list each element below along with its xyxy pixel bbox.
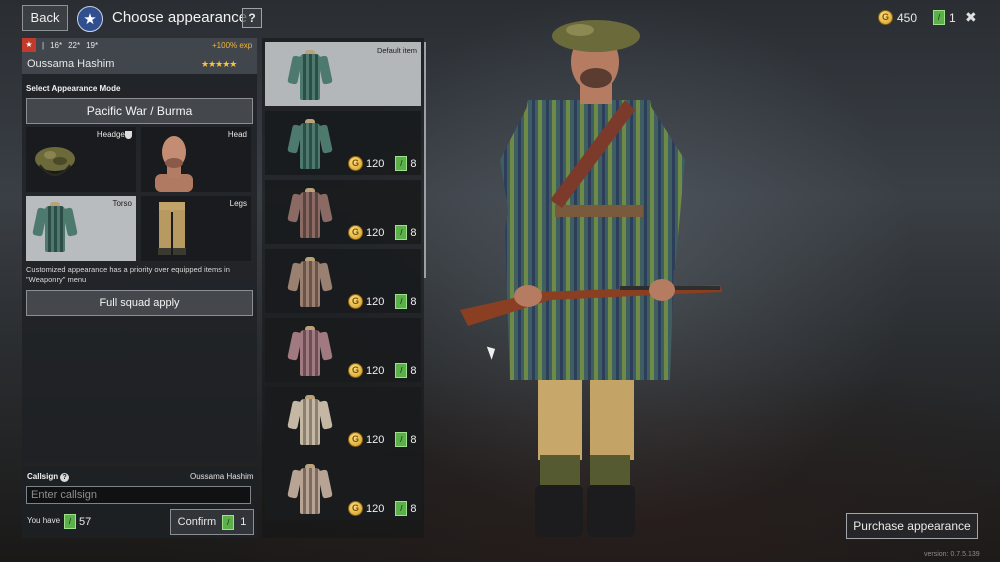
- coat-icon: [287, 255, 333, 309]
- soldier-name: Oussama Hashim: [27, 58, 115, 70]
- ticket-icon: /: [222, 514, 235, 530]
- default-item[interactable]: Default item: [265, 42, 421, 106]
- appearance-item[interactable]: G 120 /8: [265, 387, 421, 451]
- callsign-label-text: Callsign: [27, 472, 59, 481]
- gold-coin-icon: G: [878, 10, 893, 25]
- ticket-icon: /: [395, 294, 408, 309]
- ticket-icon: /: [395, 363, 408, 378]
- gold-coin-icon: G: [348, 363, 363, 378]
- appearance-item[interactable]: G 120 /8: [265, 456, 421, 520]
- gold-price: 120: [366, 226, 385, 239]
- rating-stars: ★★★★★: [201, 59, 237, 69]
- ticket-price: 8: [410, 433, 417, 446]
- slot-label: Legs: [229, 199, 247, 208]
- scrollbar[interactable]: [424, 42, 426, 278]
- slot-torso[interactable]: Torso: [26, 196, 136, 261]
- appearance-item[interactable]: G 120 /8: [265, 180, 421, 244]
- ticket-price: 8: [410, 502, 417, 515]
- item-price: G 120 /8: [348, 156, 416, 171]
- coat-icon: [287, 186, 333, 240]
- item-price: G 120 /8: [348, 363, 416, 378]
- tickets-amount: 1: [949, 10, 956, 25]
- head-icon: [155, 136, 193, 192]
- gold-price: 120: [366, 502, 385, 515]
- ticket-icon: /: [395, 501, 408, 516]
- slot-headgear[interactable]: Headgear: [26, 127, 136, 192]
- coat-icon: [287, 117, 333, 171]
- coat-icon: [287, 462, 333, 516]
- confirm-button[interactable]: Confirm / 1: [170, 509, 254, 535]
- ticket-price: 8: [410, 157, 417, 170]
- stat-value: 16*: [50, 41, 63, 50]
- gold-coin-icon: G: [348, 225, 363, 240]
- slot-label: Torso: [112, 199, 132, 208]
- gold-price: 120: [366, 295, 385, 308]
- gold-price: 120: [366, 364, 385, 377]
- faction-star-icon: ★: [77, 6, 103, 32]
- ticket-price: 8: [410, 226, 417, 239]
- gold-price: 120: [366, 157, 385, 170]
- default-item-label: Default item: [376, 46, 417, 55]
- priority-note: Customized appearance has a priority ove…: [26, 265, 230, 284]
- gold-coin-icon: G: [348, 432, 363, 447]
- slot-label: Head: [227, 130, 247, 139]
- callsign-current-name: Oussama Hashim: [190, 472, 254, 481]
- confirm-cost: 1: [240, 516, 247, 528]
- help-icon[interactable]: ?: [60, 473, 70, 482]
- item-price: G 120 /8: [348, 225, 416, 240]
- item-price: G 120 /8: [348, 501, 416, 516]
- ticket-icon: /: [933, 10, 945, 25]
- mode-label: Select Appearance Mode: [26, 84, 121, 93]
- ticket-price: 8: [410, 364, 417, 377]
- slot-legs[interactable]: Legs: [141, 196, 251, 261]
- soldier-model: [460, 20, 722, 537]
- stat-value: 19*: [86, 41, 99, 50]
- tickets-balance-value: 57: [79, 515, 92, 528]
- tickets-balance: / 57: [64, 514, 91, 529]
- gold-counter: G 450: [878, 10, 917, 25]
- help-button[interactable]: ?: [242, 8, 262, 28]
- slot-head[interactable]: Head: [141, 127, 251, 192]
- item-price: G 120 /8: [348, 294, 416, 309]
- purchase-appearance-button[interactable]: Purchase appearance: [846, 513, 978, 539]
- item-price: G 120 /8: [348, 432, 416, 447]
- coat-icon: [32, 200, 78, 254]
- gold-amount: 450: [897, 10, 918, 25]
- stat-value: 22*: [68, 41, 81, 50]
- version-label: version: 0.7.5.139: [924, 551, 980, 558]
- tickets-counter: / 1: [933, 10, 956, 25]
- appearance-item[interactable]: G 120 /8: [265, 318, 421, 382]
- ticket-icon: /: [395, 225, 408, 240]
- gold-coin-icon: G: [348, 501, 363, 516]
- coat-icon: [287, 324, 333, 378]
- ticket-price: 8: [410, 295, 417, 308]
- ticket-icon: /: [64, 514, 76, 529]
- coat-icon: [287, 393, 333, 447]
- appearance-item[interactable]: G 120 /8: [265, 111, 421, 175]
- gold-coin-icon: G: [348, 294, 363, 309]
- close-icon[interactable]: ✖: [965, 9, 977, 26]
- gold-coin-icon: G: [348, 156, 363, 171]
- soldier-stats: | 16* 22* 19*: [42, 41, 98, 50]
- exp-bonus: +100% exp: [212, 41, 253, 50]
- appearance-item[interactable]: G 120 /8: [265, 249, 421, 313]
- helmet-icon: [35, 147, 75, 176]
- confirm-label: Confirm: [177, 516, 217, 528]
- coat-icon: [287, 48, 333, 102]
- ticket-icon: /: [395, 156, 408, 171]
- shield-icon: [125, 131, 132, 139]
- appearance-mode-button[interactable]: Pacific War / Burma: [26, 98, 253, 124]
- callsign-input[interactable]: [26, 486, 251, 504]
- stat-separator: |: [42, 41, 45, 50]
- gold-price: 120: [366, 433, 385, 446]
- page-title: Choose appearance: [112, 9, 248, 26]
- callsign-label: Callsign?: [27, 472, 70, 482]
- full-squad-apply-button[interactable]: Full squad apply: [26, 290, 253, 316]
- trousers-icon: [158, 202, 186, 255]
- flag-icon: ★: [22, 38, 36, 52]
- ticket-icon: /: [395, 432, 408, 447]
- you-have-label: You have: [27, 516, 61, 525]
- back-button[interactable]: Back: [22, 5, 68, 31]
